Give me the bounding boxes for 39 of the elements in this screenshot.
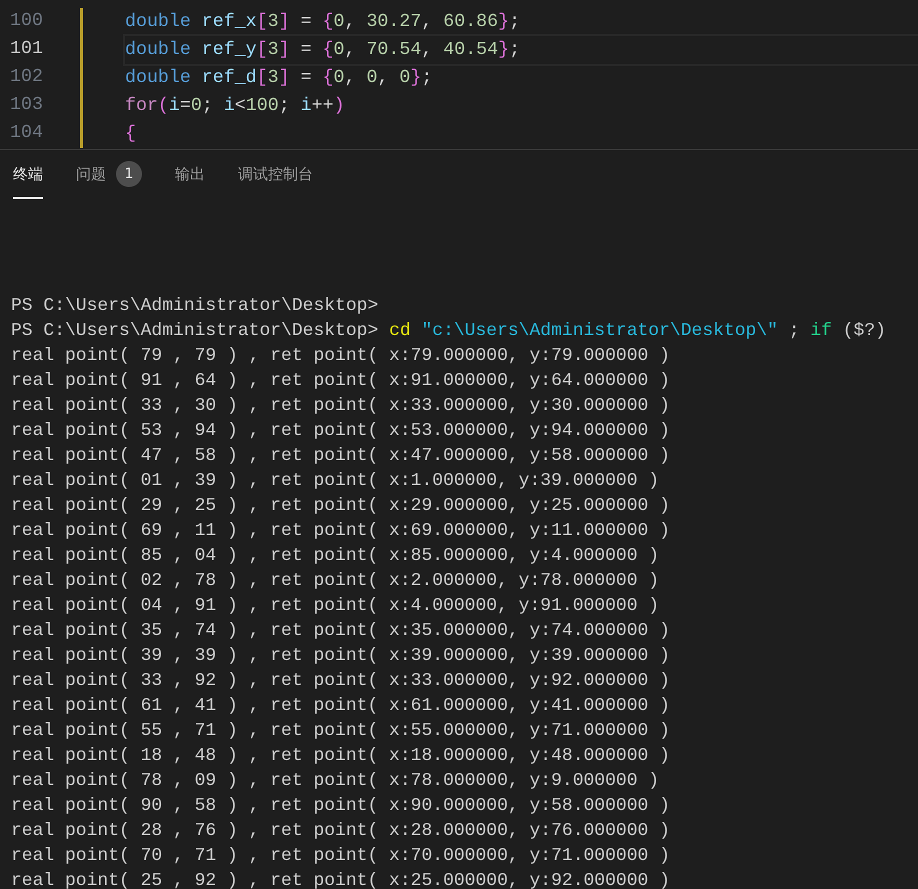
code-line: double ref_y[3] = {0, 70.54, 40.54}; xyxy=(125,36,918,64)
terminal-line: real point( 69 , 11 ) , ret point( x:69.000000, y:11.000000 ) xyxy=(11,520,671,543)
terminal-line: real point( 18 , 48 ) , ret point( x:18.000000, y:48.000000 ) xyxy=(11,745,671,768)
terminal-line: real point( 61 , 41 ) , ret point( x:61.000000, y:41.000000 ) xyxy=(11,695,671,718)
terminal-line: real point( 02 , 78 ) , ret point( x:2.000000, y:78.000000 ) xyxy=(11,570,660,593)
terminal-line: real point( 85 , 04 ) , ret point( x:85.000000, y:4.000000 ) xyxy=(11,545,660,568)
code-line: double ref_x[3] = {0, 30.27, 60.86}; xyxy=(125,11,522,34)
terminal-line: real point( 39 , 39 ) , ret point( x:39.000000, y:39.000000 ) xyxy=(11,645,671,668)
terminal-line: real point( 90 , 58 ) , ret point( x:90.000000, y:58.000000 ) xyxy=(11,795,671,818)
terminal-line: real point( 55 , 71 ) , ret point( x:55.000000, y:71.000000 ) xyxy=(11,720,671,743)
count-badge: 1 xyxy=(116,161,142,187)
terminal-line: PS C:\Users\Administrator\Desktop> xyxy=(11,295,380,318)
line-number: 103 xyxy=(9,94,44,118)
terminal-line: real point( 79 , 79 ) , ret point( x:79.000000, y:79.000000 ) xyxy=(11,345,671,368)
terminal-line: real point( 91 , 64 ) , ret point( x:91.000000, y:64.000000 ) xyxy=(11,370,671,393)
code-line: { xyxy=(125,123,137,146)
panel-tab[interactable]: 问题 1 xyxy=(76,151,142,199)
terminal-line: real point( 28 , 76 ) , ret point( x:28.000000, y:76.000000 ) xyxy=(11,820,671,843)
terminal-line: real point( 29 , 25 ) , ret point( x:29.000000, y:25.000000 ) xyxy=(11,495,671,518)
terminal-line: real point( 70 , 71 ) , ret point( x:70.000000, y:71.000000 ) xyxy=(11,845,671,868)
panel-tab[interactable]: 调试控制台 xyxy=(238,151,313,199)
line-number: 101 xyxy=(9,38,44,62)
line-number: 100 xyxy=(9,10,44,34)
terminal-line: real point( 01 , 39 ) , ret point( x:1.000000, y:39.000000 ) xyxy=(11,470,660,493)
terminal-line: real point( 78 , 09 ) , ret point( x:78.000000, y:9.000000 ) xyxy=(11,770,660,793)
line-number: 104 xyxy=(9,122,44,146)
terminal-line: real point( 33 , 92 ) , ret point( x:33.000000, y:92.000000 ) xyxy=(11,670,671,693)
terminal-line: real point( 25 , 92 ) , ret point( x:25.000000, y:92.000000 ) xyxy=(11,870,671,889)
terminal-line: real point( 35 , 74 ) , ret point( x:35.000000, y:74.000000 ) xyxy=(11,620,671,643)
code-line: for(i=0; i<100; i++) xyxy=(125,95,346,118)
panel-tab[interactable]: 输出 xyxy=(175,151,205,199)
panel-tab[interactable]: 终端 xyxy=(13,151,43,199)
line-number: 102 xyxy=(9,66,44,90)
terminal-line: real point( 47 , 58 ) , ret point( x:47.000000, y:58.000000 ) xyxy=(11,445,671,468)
terminal-line: PS C:\Users\Administrator\Desktop> cd "c:\Users\Administrator\Desktop\" ; if ($?) xyxy=(11,320,887,343)
terminal-line: real point( 53 , 94 ) , ret point( x:53.000000, y:94.000000 ) xyxy=(11,420,671,443)
terminal-line: real point( 33 , 30 ) , ret point( x:33.000000, y:30.000000 ) xyxy=(11,395,671,418)
code-line: double ref_d[3] = {0, 0, 0}; xyxy=(125,67,434,90)
terminal-line: real point( 04 , 91 ) , ret point( x:4.000000, y:91.000000 ) xyxy=(11,595,660,618)
